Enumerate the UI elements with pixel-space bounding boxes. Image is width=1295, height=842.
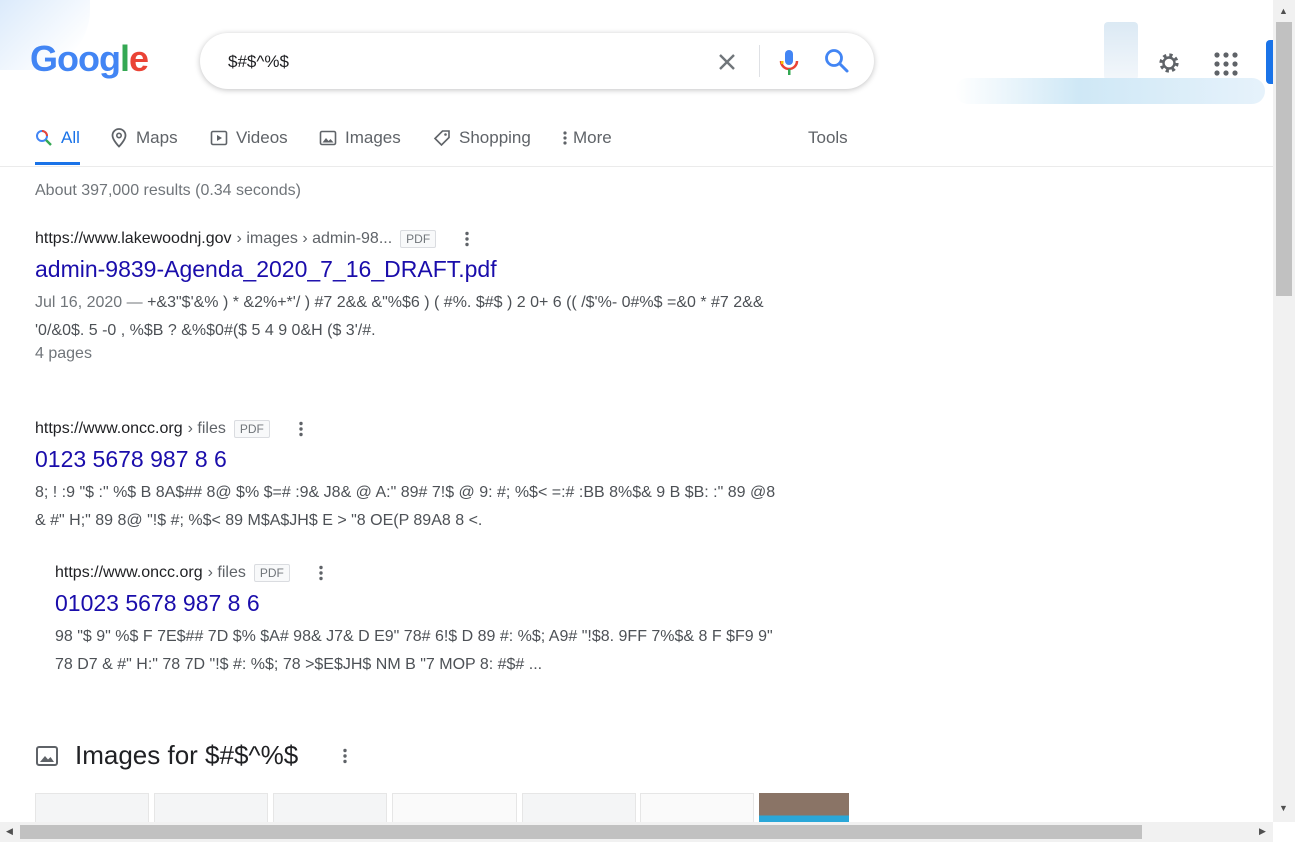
images-heading: Images for $#$^%$ <box>75 740 299 770</box>
image-thumbnail[interactable] <box>640 793 754 825</box>
image-icon <box>319 130 337 146</box>
apps-grid-icon[interactable] <box>1213 51 1239 77</box>
result-page-count: 4 pages <box>35 345 92 362</box>
vertical-scrollbar-thumb[interactable] <box>1276 22 1292 296</box>
tab-maps[interactable]: Maps <box>110 128 178 148</box>
map-pin-icon <box>111 128 127 148</box>
image-thumbnail[interactable] <box>35 793 149 825</box>
result-snippet: 98 "$ 9" %$ F 7E$## 7D $% $A# 98& J7& D … <box>55 628 773 673</box>
result-domain: https://www.oncc.org <box>35 420 183 437</box>
result-title-link[interactable]: 0123 5678 987 8 6 <box>35 446 785 473</box>
microphone-icon[interactable] <box>777 48 801 76</box>
close-icon[interactable] <box>715 50 739 74</box>
result-domain: https://www.oncc.org <box>55 564 203 581</box>
search-tabs: All Maps Videos Images Shopping More Too… <box>0 118 1273 167</box>
tab-label: More <box>573 128 612 147</box>
scroll-up-arrow[interactable]: ▲ <box>1279 6 1288 16</box>
more-vert-icon[interactable] <box>312 564 330 582</box>
result-date: Jul 16, 2020 — <box>35 294 148 311</box>
tab-label: Shopping <box>459 128 531 147</box>
gear-icon[interactable] <box>1155 49 1183 77</box>
images-section-header: Images for $#$^%$ <box>35 740 354 771</box>
google-logo[interactable]: Google <box>30 38 149 80</box>
result-cite[interactable]: https://www.oncc.org › files PDF <box>55 564 785 582</box>
tab-videos[interactable]: Videos <box>210 128 288 148</box>
search-result: https://www.lakewoodnj.gov › images › ad… <box>35 230 785 363</box>
result-stats: About 397,000 results (0.34 seconds) <box>35 182 301 199</box>
doodle-vial-decoration <box>1104 22 1138 80</box>
horizontal-scrollbar-thumb[interactable] <box>20 825 1142 839</box>
scroll-left-arrow[interactable]: ◀ <box>6 826 13 837</box>
image-thumbnail[interactable] <box>273 793 387 825</box>
search-icon[interactable] <box>824 48 850 74</box>
tab-label: All <box>61 128 80 147</box>
tab-label: Videos <box>236 128 288 147</box>
result-cite[interactable]: https://www.oncc.org › files PDF <box>35 420 785 438</box>
image-thumbnail[interactable] <box>392 793 517 825</box>
result-title-link[interactable]: admin-9839-Agenda_2020_7_16_DRAFT.pdf <box>35 256 785 283</box>
tools-button[interactable]: Tools <box>808 128 848 148</box>
scroll-right-arrow[interactable]: ▶ <box>1259 826 1266 837</box>
search-box <box>200 33 874 89</box>
result-domain: https://www.lakewoodnj.gov <box>35 230 232 247</box>
tab-label: Maps <box>136 128 178 147</box>
result-path: › files <box>207 564 246 581</box>
result-snippet: Jul 16, 2020 — +&3"$'&% ) * &2%+*'/ ) #7… <box>35 289 785 345</box>
tab-shopping[interactable]: Shopping <box>433 128 531 148</box>
more-vert-icon <box>563 131 567 145</box>
result-path: › files <box>187 420 226 437</box>
result-path: › images › admin-98... <box>236 230 393 247</box>
search-icon <box>36 130 52 146</box>
pdf-badge: PDF <box>400 230 437 248</box>
search-input[interactable] <box>226 48 690 76</box>
header: Google <box>0 0 1276 110</box>
pdf-badge: PDF <box>233 420 270 438</box>
more-vert-icon[interactable] <box>292 420 310 438</box>
search-result-sublink: https://www.oncc.org › files PDF 01023 5… <box>55 564 785 679</box>
tab-more[interactable]: More <box>559 128 612 148</box>
image-icon <box>36 745 58 766</box>
tools-label: Tools <box>808 128 848 147</box>
search-result: https://www.oncc.org › files PDF 0123 56… <box>35 420 785 535</box>
video-icon <box>210 130 228 146</box>
tab-label: Images <box>345 128 401 147</box>
result-snippet: 8; ! :9 "$ :" %$ B 8A$## 8@ $% $=# :9& J… <box>35 484 776 529</box>
image-thumbnail[interactable] <box>759 793 849 823</box>
image-thumbnail[interactable] <box>522 793 636 825</box>
active-tab-indicator <box>35 162 80 165</box>
tab-images[interactable]: Images <box>319 128 401 148</box>
tab-all[interactable]: All <box>35 128 80 148</box>
more-vert-icon[interactable] <box>458 230 476 248</box>
more-vert-icon[interactable] <box>336 747 354 765</box>
pdf-badge: PDF <box>253 564 290 582</box>
result-title-link[interactable]: 01023 5678 987 8 6 <box>55 590 785 617</box>
doodle-banner-decoration <box>955 78 1265 104</box>
divider <box>759 45 760 77</box>
tag-icon <box>433 130 450 147</box>
result-cite[interactable]: https://www.lakewoodnj.gov › images › ad… <box>35 230 785 248</box>
scroll-down-arrow[interactable]: ▼ <box>1279 803 1288 813</box>
image-thumbnail[interactable] <box>154 793 268 825</box>
